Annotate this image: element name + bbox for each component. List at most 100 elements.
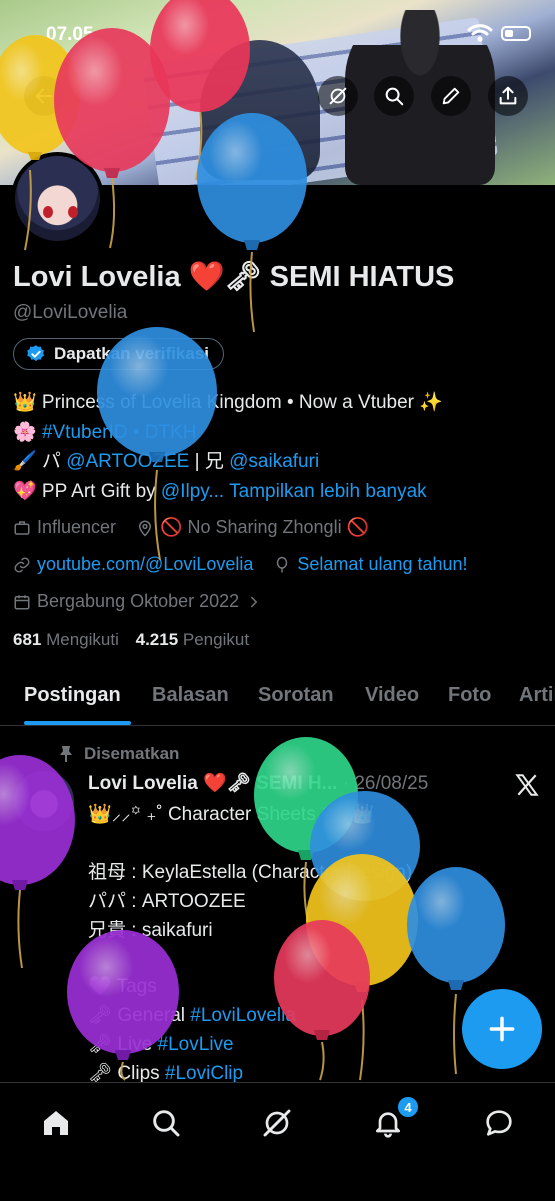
get-verified-button[interactable]: Dapatkan verifikasi bbox=[13, 338, 224, 370]
status-time: 07.05 bbox=[46, 24, 94, 45]
battery-icon bbox=[501, 26, 531, 41]
post-line-1: 👑⸝⸝꙳ ₊˚ Character Sheets ꙳⸝⸝👑 bbox=[88, 804, 375, 825]
tab-videos[interactable]: Video bbox=[365, 684, 419, 707]
profile-name: Lovi Lovelia ❤️🗝 SEMI HIATUS bbox=[13, 261, 455, 293]
bio-line-3-prefix: 🖌️ パ bbox=[13, 451, 67, 472]
search-icon bbox=[385, 87, 404, 106]
bio-mention-ilpy[interactable]: @Ilpy... bbox=[161, 481, 224, 502]
post-text: 👑⸝⸝꙳ ₊˚ Character Sheets ꙳⸝⸝👑 祖母 : Keyla… bbox=[88, 800, 412, 1088]
post-line-5: 💜 Tags bbox=[88, 976, 157, 997]
plus-icon bbox=[489, 1016, 515, 1042]
bio-line-4: 💖 PP Art Gift by @Ilpy... Tampilkan lebi… bbox=[13, 477, 443, 507]
get-verified-label: Dapatkan verifikasi bbox=[54, 344, 209, 363]
bio-line-1: 👑 Princess of Lovelia Kingdom • Now a Vt… bbox=[13, 392, 443, 413]
tab-replies[interactable]: Balasan bbox=[152, 684, 229, 707]
active-tab-indicator bbox=[24, 721, 131, 725]
post-line-7: 🗝 Live #LovLive bbox=[88, 1030, 412, 1059]
following-label: Mengikuti bbox=[46, 630, 119, 649]
profile-website-link[interactable]: youtube.com/@LoviLovelia bbox=[37, 554, 253, 575]
calendar-icon bbox=[14, 594, 30, 609]
post-line-2: 祖母 : KeylaEstella (Character Design) bbox=[88, 862, 413, 883]
profile-meta-row-2: youtube.com/@LoviLovelia Selamat ulang t… bbox=[13, 554, 468, 575]
grok-icon bbox=[263, 1109, 291, 1137]
pin-icon bbox=[60, 746, 72, 762]
followers-label: Pengikut bbox=[182, 630, 250, 649]
avatar-eye-right bbox=[68, 206, 78, 218]
search-icon bbox=[153, 1110, 180, 1137]
link-icon bbox=[14, 557, 30, 572]
post-hashtag-loviclip[interactable]: #LoviClip bbox=[165, 1063, 243, 1084]
bio-mention-artoozee[interactable]: @ARTOOZEE bbox=[66, 451, 189, 472]
nav-search[interactable] bbox=[146, 1103, 186, 1143]
chevron-right-icon bbox=[251, 596, 258, 607]
post-line-6: 🗝 General #LoviLovelia bbox=[88, 1001, 412, 1030]
bio-hashtag-link[interactable]: #VtuberID • DTKH bbox=[42, 422, 196, 443]
bottom-navigation: 4 bbox=[0, 1082, 555, 1201]
banner-character-left bbox=[200, 40, 320, 180]
pinned-label: Disematkan bbox=[84, 744, 180, 763]
nav-home[interactable] bbox=[36, 1103, 76, 1143]
bio-line-3-mid: | 兄 bbox=[189, 451, 230, 472]
bio-line-2: 🌸 #VtuberID • DTKH bbox=[13, 418, 443, 448]
tab-posts[interactable]: Postingan bbox=[24, 684, 121, 707]
profile-avatar[interactable] bbox=[11, 152, 104, 245]
notifications-badge: 4 bbox=[397, 1096, 419, 1118]
messages-icon bbox=[486, 1110, 512, 1136]
pencil-icon bbox=[442, 87, 460, 105]
nav-messages[interactable] bbox=[479, 1103, 519, 1143]
profile-location: 🚫 No Sharing Zhongli 🚫 bbox=[160, 517, 369, 537]
share-button[interactable] bbox=[488, 76, 528, 116]
grok-icon bbox=[329, 87, 347, 105]
bio-line-4-prefix: 💖 PP Art Gift by bbox=[13, 480, 161, 502]
followers-link[interactable]: 4.215 Pengikut bbox=[136, 630, 249, 649]
profile-tabs: Postingan Balasan Sorotan Video Foto Art… bbox=[0, 670, 555, 726]
following-count: 681 bbox=[13, 630, 42, 649]
briefcase-icon bbox=[14, 520, 30, 535]
home-icon bbox=[44, 1111, 68, 1135]
following-link[interactable]: 681 Mengikuti bbox=[13, 630, 119, 649]
post-header: Lovi Lovelia ❤️🗝 SEMI H... · 26/08/25 bbox=[88, 771, 428, 795]
post-line-8-prefix: 🗝 Clips bbox=[88, 1063, 165, 1084]
pinned-label-row: Disematkan bbox=[58, 744, 179, 764]
balloon-icon bbox=[277, 556, 288, 572]
share-icon bbox=[499, 86, 517, 105]
tab-photos[interactable]: Foto bbox=[448, 684, 491, 707]
post-line-7-prefix: 🗝 Live bbox=[88, 1034, 158, 1055]
profile-bio: 👑 Princess of Lovelia Kingdom • Now a Vt… bbox=[13, 388, 443, 506]
verified-badge-icon bbox=[27, 345, 44, 362]
compose-post-button[interactable] bbox=[462, 989, 542, 1069]
x-logo-icon[interactable] bbox=[514, 772, 540, 798]
post-author-name[interactable]: Lovi Lovelia ❤️🗝 SEMI H... bbox=[88, 773, 337, 794]
location-pin-icon bbox=[139, 520, 152, 537]
profile-joined-row[interactable]: Bergabung Oktober 2022 bbox=[13, 591, 263, 612]
profile-handle: @LoviLovelia bbox=[13, 302, 128, 323]
arrow-left-icon bbox=[35, 88, 53, 104]
bio-line-2-emoji: 🌸 bbox=[13, 421, 42, 443]
status-bar: 07.05 bbox=[0, 22, 555, 52]
post-hashtag-lovilovelia[interactable]: #LoviLovelia bbox=[190, 1005, 296, 1026]
avatar-eye-left bbox=[43, 206, 53, 218]
profile-birthday-link[interactable]: Selamat ulang tahun! bbox=[297, 554, 467, 575]
wifi-icon bbox=[467, 24, 493, 42]
post-hashtag-lovlive[interactable]: #LovLive bbox=[158, 1034, 234, 1055]
post-line-4: 兄貴 : saikafuri bbox=[88, 920, 213, 941]
tab-articles[interactable]: Artikel bbox=[519, 684, 555, 707]
profile-joined: Bergabung Oktober 2022 bbox=[37, 591, 240, 611]
nav-grok[interactable] bbox=[257, 1103, 297, 1143]
show-more-link[interactable]: Tampilkan lebih banyak bbox=[229, 481, 427, 502]
bio-line-3: 🖌️ パ @ARTOOZEE | 兄 @saikafuri bbox=[13, 447, 443, 477]
followers-count: 4.215 bbox=[135, 630, 179, 649]
post-line-3: パパ : ARTOOZEE bbox=[88, 891, 246, 912]
search-button[interactable] bbox=[374, 76, 414, 116]
back-button[interactable] bbox=[24, 76, 64, 116]
edit-button[interactable] bbox=[431, 76, 471, 116]
profile-meta-row-1: Influencer 🚫 No Sharing Zhongli 🚫 bbox=[13, 517, 369, 538]
grok-button[interactable] bbox=[318, 76, 358, 116]
post-line-6-prefix: 🗝 General bbox=[88, 1005, 191, 1026]
post-date: · 26/08/25 bbox=[342, 773, 429, 794]
tab-highlights[interactable]: Sorotan bbox=[258, 684, 334, 707]
bio-mention-saikafuri[interactable]: @saikafuri bbox=[229, 451, 319, 472]
post-author-avatar[interactable] bbox=[14, 771, 74, 831]
profile-category: Influencer bbox=[37, 517, 117, 537]
follow-stats: 681 Mengikuti 4.215 Pengikut bbox=[13, 630, 249, 650]
